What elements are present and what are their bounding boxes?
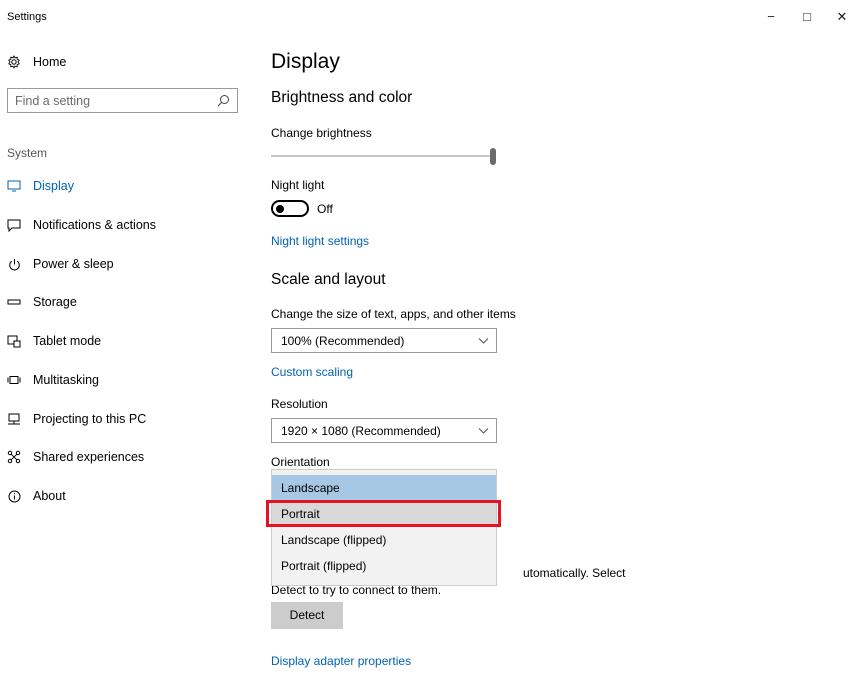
sidebar-item-notifications[interactable]: Notifications & actions [7, 215, 156, 235]
detect-button[interactable]: Detect [271, 602, 343, 629]
search-box[interactable] [7, 88, 238, 113]
orientation-label: Orientation [271, 455, 330, 469]
resolution-dropdown[interactable]: 1920 × 1080 (Recommended) [271, 418, 497, 443]
window-title: Settings [7, 11, 47, 23]
page-title: Display [271, 50, 340, 73]
multiple-displays-text: utomatically. Select [523, 566, 626, 580]
resolution-label: Resolution [271, 397, 328, 411]
portrait-highlight-box [266, 500, 501, 527]
main-content: Display Brightness and color Change brig… [266, 32, 831, 675]
notification-icon [7, 218, 21, 232]
share-icon [7, 450, 21, 464]
gear-icon [7, 55, 21, 69]
storage-icon [7, 295, 21, 309]
change-brightness-label: Change brightness [271, 126, 372, 140]
sidebar-item-tablet-mode[interactable]: Tablet mode [7, 331, 101, 351]
sidebar-item-projecting[interactable]: Projecting to this PC [7, 409, 146, 429]
title-bar: Settings − □ ✕ [0, 0, 853, 32]
sidebar-item-label: Power & sleep [33, 257, 114, 271]
sidebar-item-about[interactable]: About [7, 486, 66, 506]
scale-heading: Scale and layout [271, 271, 386, 288]
section-label-system: System [7, 146, 48, 160]
home-label: Home [33, 55, 67, 69]
chevron-down-icon [478, 425, 489, 436]
sidebar-item-shared-experiences[interactable]: Shared experiences [7, 447, 144, 467]
close-button[interactable]: ✕ [832, 8, 852, 26]
night-light-label: Night light [271, 178, 325, 192]
search-input[interactable] [8, 89, 208, 112]
info-icon [7, 489, 21, 503]
sidebar-item-label: About [33, 489, 66, 503]
orientation-dropdown-list[interactable]: Landscape Portrait Landscape (flipped) P… [271, 469, 497, 586]
custom-scaling-link[interactable]: Custom scaling [271, 365, 353, 379]
monitor-icon [7, 179, 21, 193]
resolution-value: 1920 × 1080 (Recommended) [281, 424, 441, 438]
brightness-heading: Brightness and color [271, 89, 413, 106]
sidebar: Home System Display Notifications & acti… [0, 32, 250, 675]
maximize-button[interactable]: □ [797, 8, 817, 26]
display-adapter-properties-link[interactable]: Display adapter properties [271, 654, 411, 668]
search-icon[interactable] [217, 94, 230, 107]
orientation-option-landscape[interactable]: Landscape [272, 475, 496, 501]
multitasking-icon [7, 373, 21, 387]
brightness-slider[interactable] [271, 148, 497, 165]
sidebar-item-multitasking[interactable]: Multitasking [7, 370, 99, 390]
orientation-option-landscape-flipped[interactable]: Landscape (flipped) [272, 527, 496, 553]
sidebar-item-label: Storage [33, 295, 77, 309]
night-light-settings-link[interactable]: Night light settings [271, 234, 369, 248]
projector-icon [7, 412, 21, 426]
slider-thumb[interactable] [490, 148, 496, 165]
night-light-state: Off [317, 202, 333, 216]
sidebar-item-label: Display [33, 179, 74, 193]
sidebar-item-label: Tablet mode [33, 334, 102, 348]
scale-value: 100% (Recommended) [281, 334, 405, 348]
home-link[interactable]: Home [7, 52, 66, 72]
scale-dropdown[interactable]: 100% (Recommended) [271, 328, 497, 353]
toggle-knob [276, 204, 284, 213]
sidebar-item-storage[interactable]: Storage [7, 292, 77, 312]
sidebar-item-label: Projecting to this PC [33, 412, 147, 426]
tablet-icon [7, 334, 21, 348]
sidebar-item-label: Shared experiences [33, 450, 145, 464]
orientation-option-portrait-flipped[interactable]: Portrait (flipped) [272, 553, 496, 579]
chevron-down-icon [478, 335, 489, 346]
minimize-button[interactable]: − [761, 8, 781, 26]
sidebar-item-label: Multitasking [33, 373, 99, 387]
night-light-toggle[interactable] [271, 200, 309, 217]
slider-track [271, 155, 491, 157]
power-icon [7, 257, 21, 271]
sidebar-item-power[interactable]: Power & sleep [7, 254, 114, 274]
sidebar-item-display[interactable]: Display [7, 176, 74, 196]
sidebar-item-label: Notifications & actions [33, 218, 156, 232]
scale-label: Change the size of text, apps, and other… [271, 307, 516, 321]
